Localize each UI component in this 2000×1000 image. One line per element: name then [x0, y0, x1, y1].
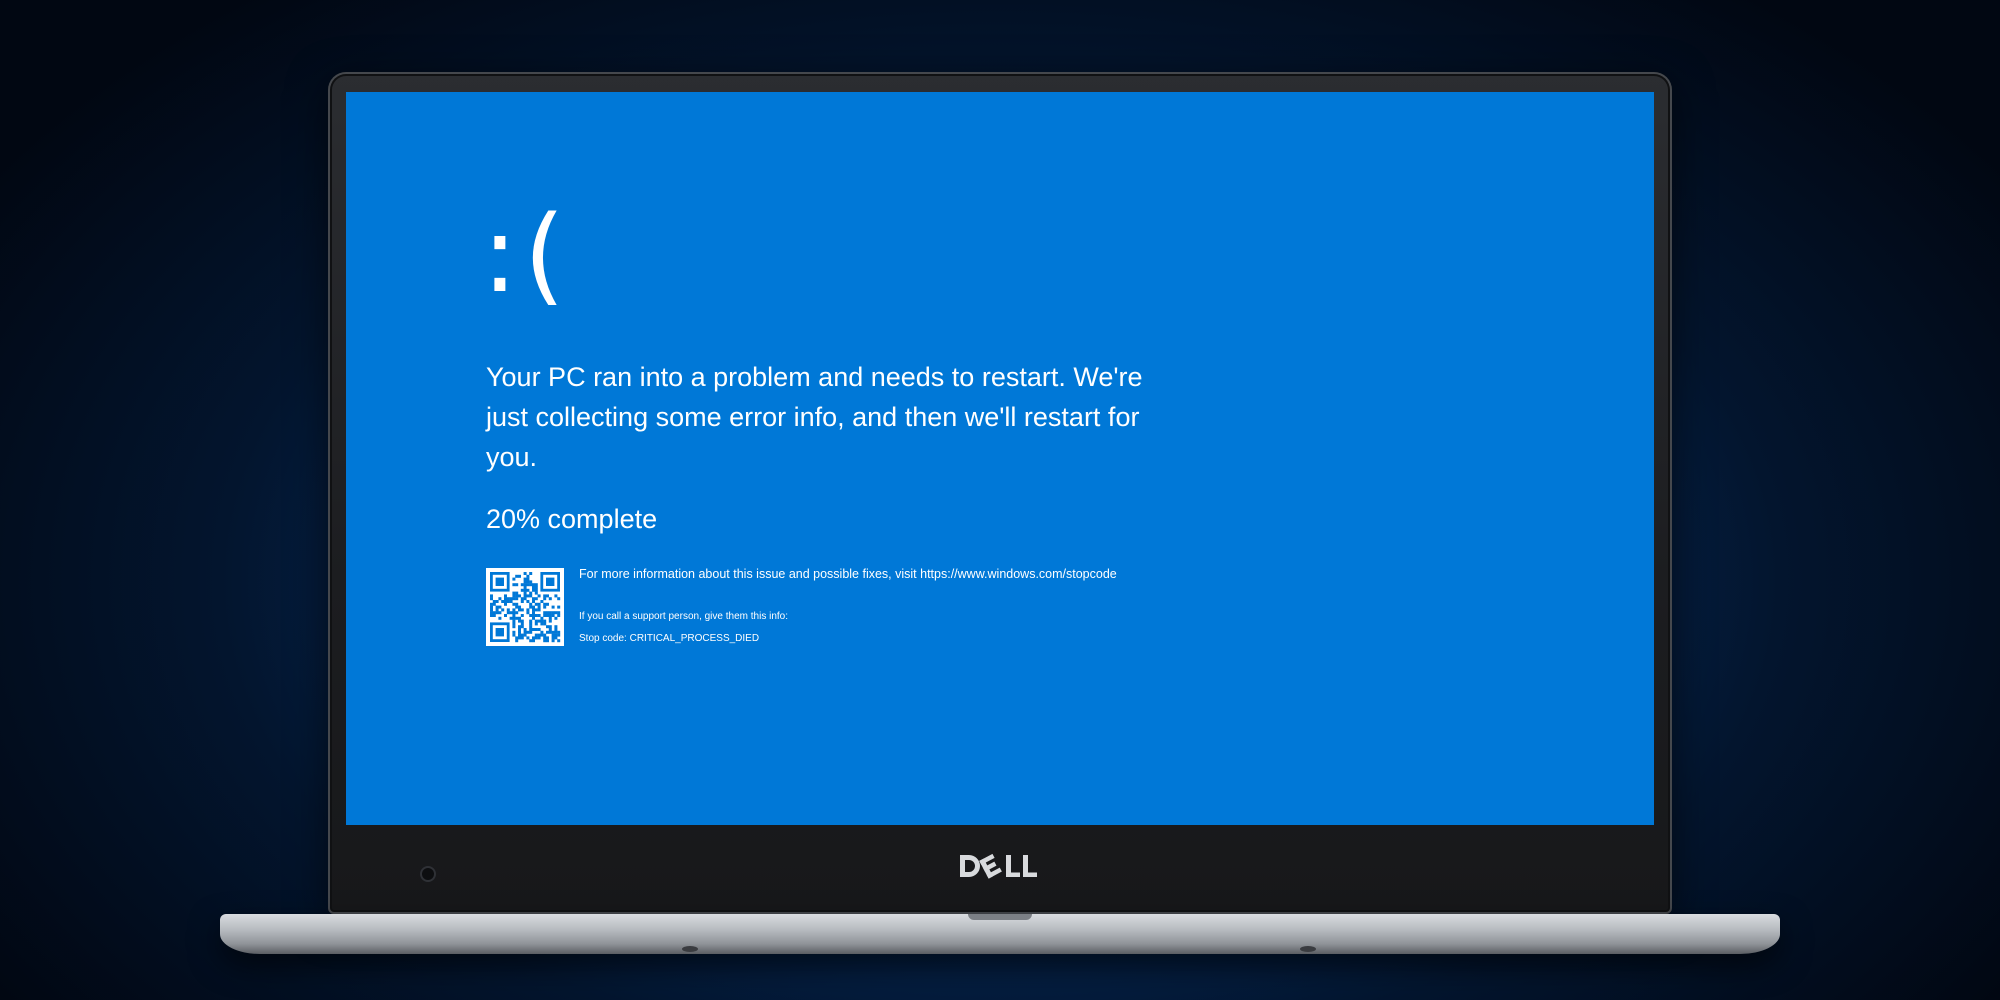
blue-screen-of-death: :( Your PC ran into a problem and needs …	[346, 92, 1654, 825]
hinge-notch	[968, 914, 1032, 920]
laptop-lid: :( Your PC ran into a problem and needs …	[328, 72, 1672, 914]
support-info-text: If you call a support person, give them …	[579, 611, 788, 622]
sad-face-emoticon: :(	[482, 193, 572, 316]
progress-status: 20% complete	[486, 504, 658, 534]
qr-code-icon	[486, 568, 564, 646]
laptop-foot	[682, 946, 698, 952]
stop-code-text: Stop code: CRITICAL_PROCESS_DIED	[579, 633, 760, 644]
stopcode-info-text: For more information about this issue an…	[579, 567, 1117, 581]
info-block: For more information about this issue an…	[579, 566, 1479, 646]
dell-logo	[960, 853, 1037, 879]
laptop-foot	[1300, 946, 1316, 952]
webcam-icon	[422, 868, 434, 880]
laptop-base	[220, 914, 1780, 954]
error-message: Your PC ran into a problem and needs to …	[486, 362, 1143, 472]
